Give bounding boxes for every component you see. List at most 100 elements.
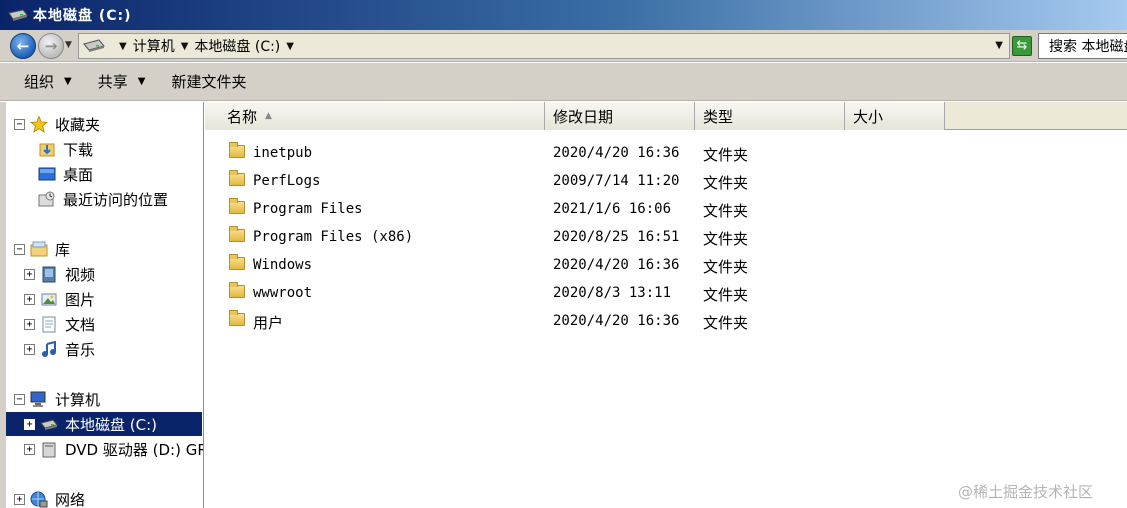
nav-item-dvd-drive[interactable]: + DVD 驱动器 (D:) GR (24, 437, 204, 461)
nav-label: 音乐 (65, 340, 96, 359)
file-name: inetpub (253, 145, 313, 161)
expand-icon[interactable]: + (24, 318, 35, 330)
column-header-date-modified[interactable]: 修改日期 (545, 102, 695, 130)
share-label: 共享 (97, 73, 128, 91)
breadcrumb-chevron-icon[interactable]: ▼ (119, 41, 127, 52)
window-title: 本地磁盘 (C:) (33, 8, 132, 24)
new-folder-label: 新建文件夹 (171, 73, 247, 91)
nav-item-videos[interactable]: + 视频 (24, 262, 95, 286)
refresh-icon: ⇆ (1016, 38, 1028, 53)
computer-icon (30, 391, 48, 408)
command-toolbar: 组织 ▼ 共享 ▼ 新建文件夹 (0, 63, 1127, 101)
navigation-pane: − 收藏夹 下载 桌面 最近访问的位置 − 库 + 视频 + 图片 + 文档 +… (0, 102, 204, 508)
music-library-icon (40, 340, 58, 358)
column-header-name[interactable]: 名称 ▲ (205, 102, 545, 130)
file-date: 2020/4/20 16:36 (553, 313, 680, 329)
desktop-icon (38, 166, 56, 183)
file-row[interactable]: Windows 2020/4/20 16:36 文件夹 (205, 252, 1127, 276)
column-label: 名称 (227, 107, 258, 126)
nav-item-documents[interactable]: + 文档 (24, 312, 95, 336)
file-row[interactable]: PerfLogs 2009/7/14 11:20 文件夹 (205, 168, 1127, 192)
share-button[interactable]: 共享 ▼ (98, 71, 146, 92)
sort-ascending-icon: ▲ (265, 111, 272, 121)
file-row[interactable]: Program Files (x86) 2020/8/25 16:51 文件夹 (205, 224, 1127, 248)
column-header-type[interactable]: 类型 (695, 102, 845, 130)
chevron-down-icon: ▼ (64, 76, 72, 87)
file-date: 2020/8/25 16:51 (553, 229, 680, 245)
address-dropdown-icon[interactable]: ▼ (995, 40, 1003, 51)
file-type: 文件夹 (703, 314, 749, 332)
nav-group-libraries[interactable]: − 库 (14, 237, 70, 261)
file-row[interactable]: inetpub 2020/4/20 16:36 文件夹 (205, 140, 1127, 164)
file-date: 2020/4/20 16:36 (553, 257, 680, 273)
nav-item-local-disk-c[interactable]: + 本地磁盘 (C:) (6, 412, 202, 436)
nav-item-recent-places[interactable]: 最近访问的位置 (38, 187, 168, 211)
collapse-icon[interactable]: − (14, 393, 25, 405)
documents-library-icon (40, 316, 58, 333)
address-field[interactable]: ▼ 计算机 ▼ 本地磁盘 (C:) ▼ ▼ (78, 33, 1010, 59)
column-label: 修改日期 (553, 107, 614, 126)
collapse-icon[interactable]: − (14, 243, 25, 255)
file-list-pane: 名称 ▲ 修改日期 类型 大小 inetpub 2020/4/20 16:36 … (205, 102, 1127, 508)
file-name: 用户 (253, 314, 284, 332)
file-type: 文件夹 (703, 230, 749, 248)
address-bar-row: ← → ▼ ▼ 计算机 ▼ 本地磁盘 (C:) ▼ ▼ ⇆ 搜索 本地磁盘 (C… (0, 30, 1127, 62)
expand-icon[interactable]: + (24, 418, 35, 430)
file-row[interactable]: wwwroot 2020/8/3 13:11 文件夹 (205, 280, 1127, 304)
nav-label: 视频 (65, 265, 96, 284)
folder-icon (229, 170, 245, 187)
file-name: wwwroot (253, 285, 313, 301)
title-bar: 本地磁盘 (C:) (0, 0, 1127, 30)
drive-icon (40, 416, 58, 433)
nav-item-downloads[interactable]: 下载 (38, 137, 93, 161)
nav-label: 收藏夹 (55, 115, 101, 134)
video-library-icon (40, 266, 58, 283)
nav-label: 下载 (63, 140, 94, 159)
collapse-icon[interactable]: − (14, 118, 25, 130)
file-type: 文件夹 (703, 258, 749, 276)
back-button[interactable]: ← (10, 33, 36, 59)
file-name: PerfLogs (253, 173, 321, 189)
folder-icon (229, 254, 245, 271)
nav-item-music[interactable]: + 音乐 (24, 337, 95, 361)
refresh-button[interactable]: ⇆ (1012, 36, 1032, 56)
forward-arrow-icon: → (44, 36, 58, 55)
column-header-size[interactable]: 大小 (845, 102, 945, 130)
nav-group-computer[interactable]: − 计算机 (14, 387, 100, 411)
expand-icon[interactable]: + (24, 343, 35, 355)
folder-icon (229, 282, 245, 299)
file-name: Program Files (253, 201, 363, 217)
column-header-row: 名称 ▲ 修改日期 类型 大小 (205, 102, 1127, 130)
nav-group-favorites[interactable]: − 收藏夹 (14, 112, 100, 136)
breadcrumb-computer[interactable]: 计算机 (133, 36, 175, 56)
forward-button[interactable]: → (38, 33, 64, 59)
breadcrumb-chevron-icon[interactable]: ▼ (181, 41, 189, 52)
new-folder-button[interactable]: 新建文件夹 (171, 71, 246, 92)
nav-item-desktop[interactable]: 桌面 (38, 162, 93, 186)
file-row[interactable]: 用户 2020/4/20 16:36 文件夹 (205, 308, 1127, 332)
nav-label: 库 (55, 240, 71, 259)
history-dropdown-icon[interactable]: ▼ (65, 40, 72, 50)
nav-label: DVD 驱动器 (D:) GR (65, 440, 204, 459)
expand-icon[interactable]: + (24, 443, 35, 455)
nav-label: 文档 (65, 315, 96, 334)
file-type: 文件夹 (703, 146, 749, 164)
nav-label: 桌面 (63, 165, 94, 184)
organize-button[interactable]: 组织 ▼ (24, 71, 72, 92)
breadcrumb-local-disk[interactable]: 本地磁盘 (C:) (194, 36, 280, 56)
file-name: Windows (253, 257, 313, 273)
expand-icon[interactable]: + (24, 268, 35, 280)
file-date: 2020/8/3 13:11 (553, 285, 672, 301)
folder-icon (229, 226, 245, 243)
file-row[interactable]: Program Files 2021/1/6 16:06 文件夹 (205, 196, 1127, 220)
search-input[interactable]: 搜索 本地磁盘 (C:) (1038, 33, 1127, 59)
nav-item-pictures[interactable]: + 图片 (24, 287, 95, 311)
dvd-drive-icon (40, 441, 58, 458)
file-date: 2009/7/14 11:20 (553, 173, 680, 189)
expand-icon[interactable]: + (24, 293, 35, 305)
expand-icon[interactable]: + (14, 493, 25, 505)
breadcrumb-chevron-icon[interactable]: ▼ (286, 41, 294, 52)
nav-label: 最近访问的位置 (63, 190, 169, 209)
drive-icon (83, 38, 105, 54)
nav-group-network[interactable]: + 网络 (14, 487, 85, 508)
